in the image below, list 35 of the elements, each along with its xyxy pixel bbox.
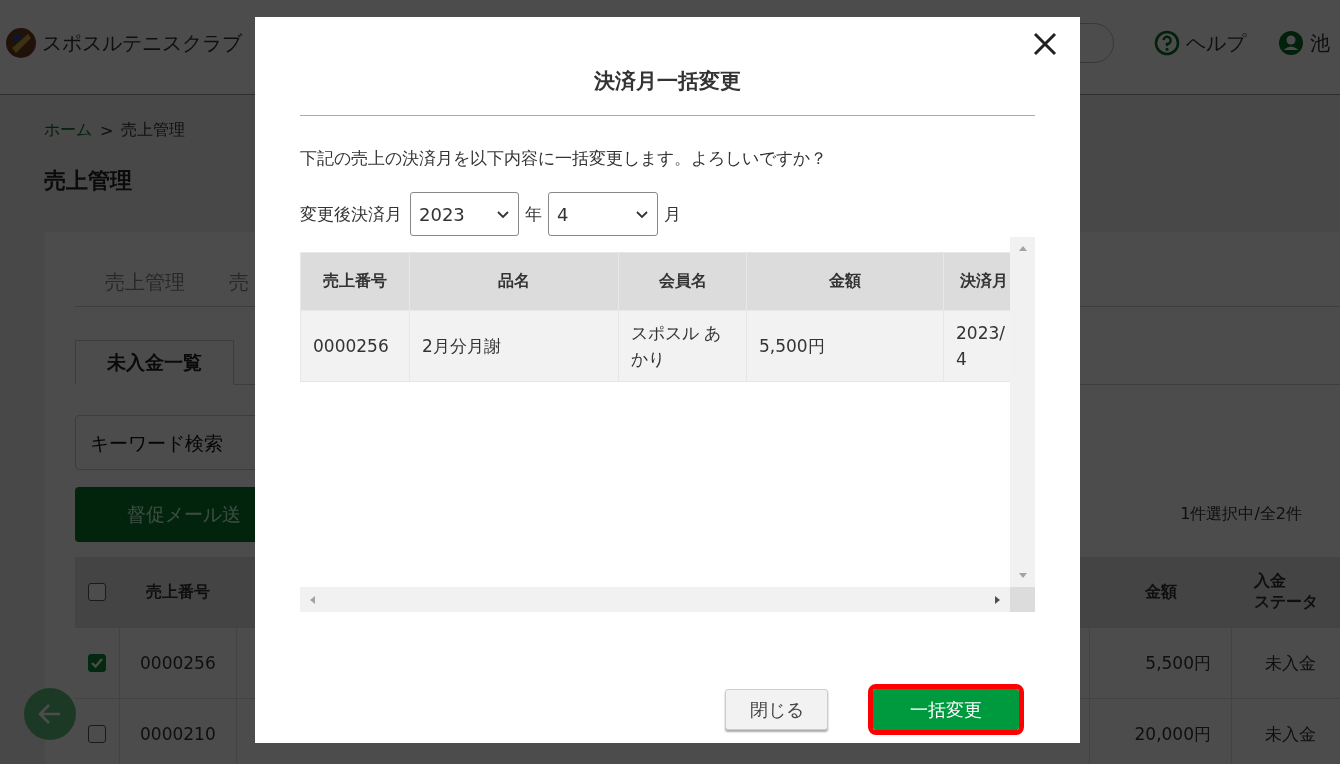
site-name[interactable]: スポスルテニスクラブ bbox=[42, 29, 242, 57]
scrollbar-corner bbox=[1010, 587, 1035, 612]
table-cell: スポスル あかり bbox=[618, 310, 747, 382]
table-cell: 2023/4 bbox=[943, 310, 1010, 382]
user-name[interactable]: 池 bbox=[1310, 29, 1330, 57]
close-button[interactable] bbox=[1033, 32, 1057, 56]
table-cell: 5,500円 bbox=[746, 310, 944, 382]
close-icon bbox=[1033, 32, 1057, 56]
scroll-down-icon bbox=[1017, 572, 1028, 580]
unit-label: 月 bbox=[664, 202, 681, 226]
scroll-left-icon bbox=[308, 594, 316, 605]
breadcrumb-separator: > bbox=[100, 120, 114, 140]
chevron-down-icon bbox=[496, 208, 510, 220]
column-header: 会員名 bbox=[618, 252, 747, 311]
select-field[interactable]: 2023 bbox=[410, 192, 519, 236]
scroll-up-icon bbox=[1017, 244, 1028, 252]
column-header: 金額 bbox=[746, 252, 944, 311]
table-cell: 2月分月謝 bbox=[409, 310, 619, 382]
table-cell: 0000256 bbox=[300, 310, 410, 382]
column-header: 売上番号 bbox=[300, 252, 410, 311]
select-field[interactable]: 4 bbox=[548, 192, 658, 236]
chevron-down-icon bbox=[635, 208, 649, 220]
field-label: 変更後決済月 bbox=[300, 202, 402, 226]
dialog-title: 決済月一括変更 bbox=[300, 17, 1035, 116]
dialog-message: 下記の売上の決済月を以下内容に一括変更します。よろしいですか？ bbox=[300, 147, 828, 170]
selection-count: 1件選択中/全2件 bbox=[1180, 504, 1302, 525]
close-button[interactable]: 閉じる bbox=[725, 689, 828, 730]
vertical-scrollbar[interactable] bbox=[1010, 237, 1035, 587]
help-link[interactable]: ヘルプ bbox=[1186, 29, 1246, 57]
scroll-right-icon bbox=[994, 594, 1002, 605]
unit-label: 年 bbox=[525, 202, 542, 226]
page-title: 売上管理 bbox=[44, 167, 133, 195]
horizontal-scrollbar[interactable] bbox=[300, 587, 1010, 612]
column-header: 品名 bbox=[409, 252, 619, 311]
column-header: 決済月 bbox=[943, 252, 1010, 311]
